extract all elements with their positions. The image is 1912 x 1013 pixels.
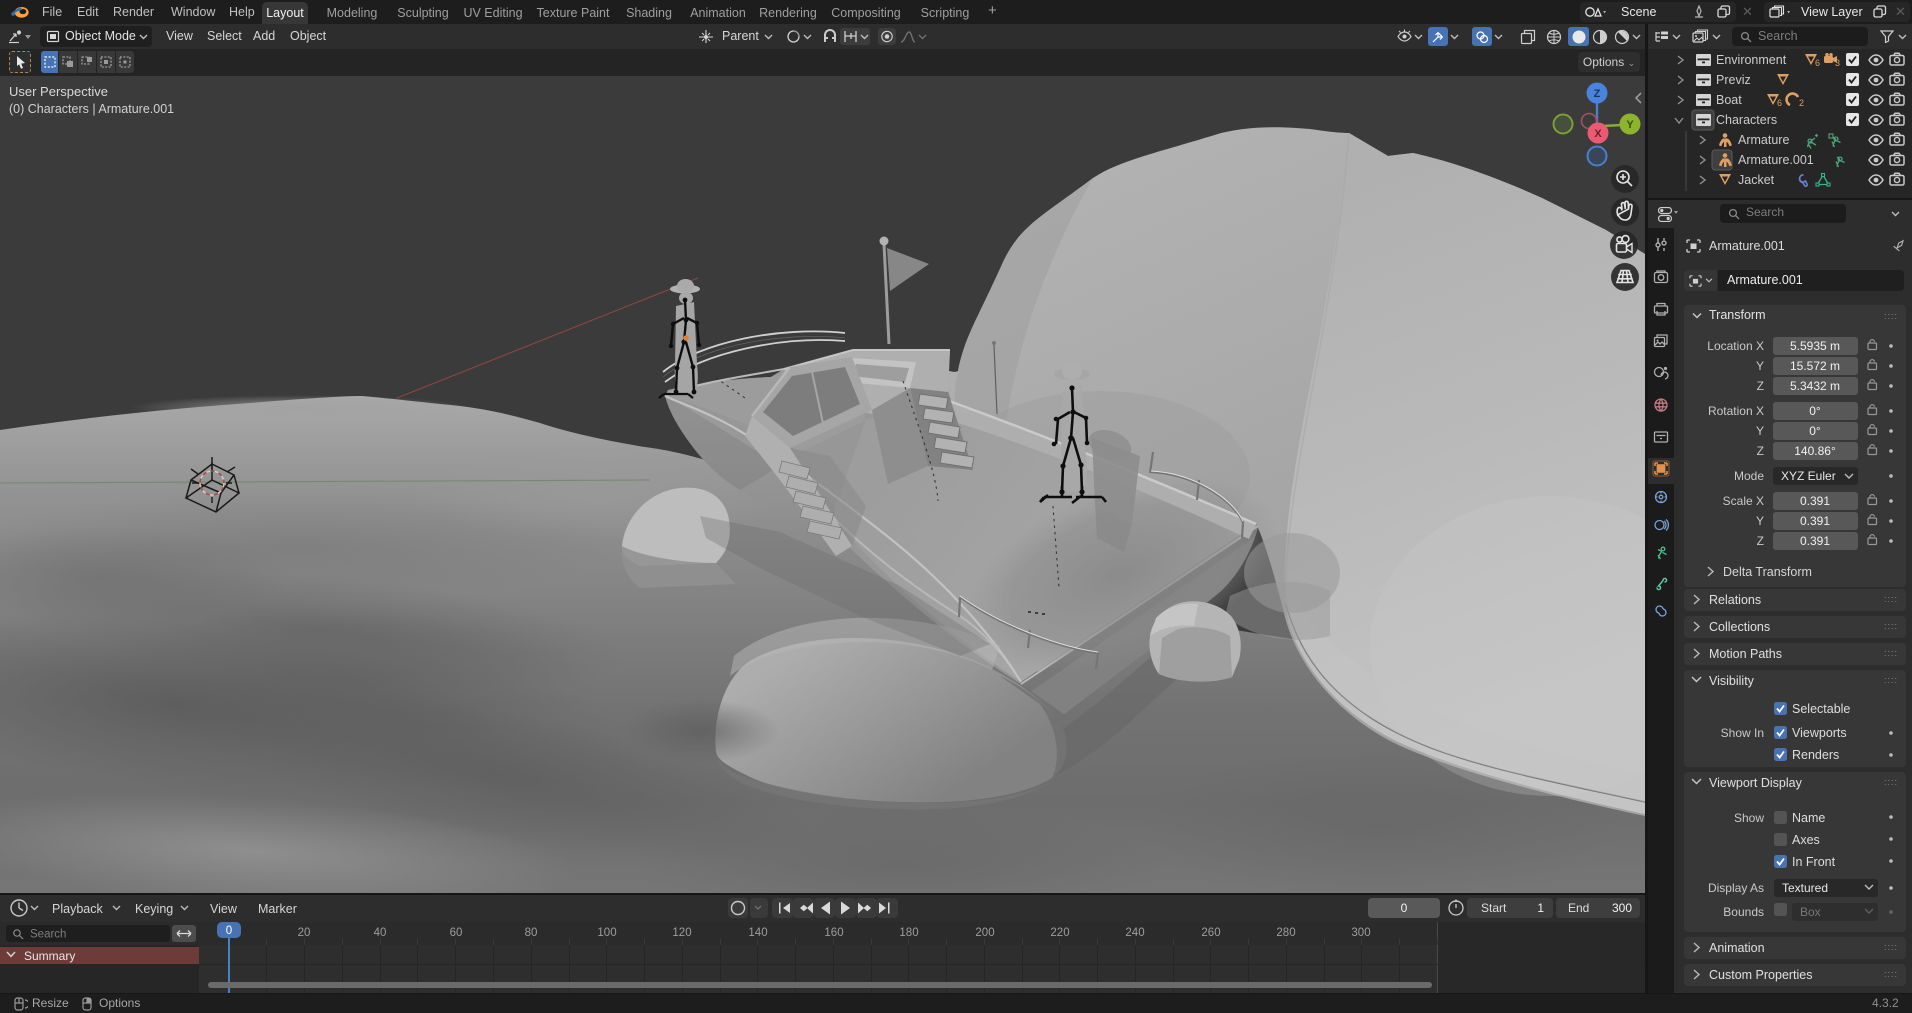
svg-text:End: End [1568,901,1589,915]
svg-text:0: 0 [1401,901,1408,915]
svg-text:Start: Start [1481,901,1507,915]
svg-text:0: 0 [226,925,232,937]
svg-text:::::: :::: [1884,942,1898,952]
svg-text:0.391: 0.391 [1800,494,1830,508]
svg-text:Scale X: Scale X [1723,494,1764,508]
svg-text:Y: Y [1756,424,1764,438]
svg-text:Custom Properties: Custom Properties [1709,968,1813,982]
svg-text:Show: Show [1734,811,1764,825]
svg-text:X: X [1594,128,1602,140]
svg-text:Previz: Previz [1716,73,1751,87]
svg-text:Marker: Marker [258,902,297,916]
svg-text:Textured: Textured [1782,881,1828,895]
svg-text:80: 80 [525,927,538,939]
svg-text:Y: Y [1756,359,1764,373]
svg-text:Renders: Renders [1792,748,1839,762]
svg-text:Location X: Location X [1707,339,1764,353]
svg-text:Show In: Show In [1721,726,1764,740]
svg-text:Playback: Playback [52,902,103,916]
svg-text:0°: 0° [1809,404,1821,418]
svg-text:5.5935 m: 5.5935 m [1790,339,1840,353]
svg-text:180: 180 [899,927,918,939]
svg-text:Y: Y [1626,119,1634,131]
svg-text:15.572 m: 15.572 m [1790,359,1840,373]
svg-text:View: View [210,902,238,916]
svg-text:6: 6 [1815,58,1820,68]
svg-text:220: 220 [1050,927,1069,939]
svg-text:200: 200 [975,927,994,939]
svg-text:Characters: Characters [1716,113,1777,127]
svg-text:0.391: 0.391 [1800,514,1830,528]
svg-text:Viewports: Viewports [1792,726,1847,740]
svg-text:Z: Z [1594,88,1601,100]
svg-text:160: 160 [824,927,843,939]
svg-text:In Front: In Front [1792,855,1836,869]
svg-text:::::: :::: [1884,777,1898,787]
svg-text:Delta Transform: Delta Transform [1723,565,1812,579]
svg-text:1: 1 [1537,901,1544,915]
svg-text:Environment: Environment [1716,53,1787,67]
svg-text:300: 300 [1612,901,1632,915]
svg-text:60: 60 [450,927,463,939]
svg-text:260: 260 [1201,927,1220,939]
svg-text:Z: Z [1757,379,1764,393]
svg-text:::::: :::: [1884,621,1898,631]
svg-text:Search: Search [30,929,66,941]
svg-text:240: 240 [1125,927,1144,939]
svg-text:Summary: Summary [24,949,75,963]
svg-text:Viewport Display: Viewport Display [1709,776,1803,790]
svg-text:2: 2 [1799,98,1804,108]
svg-text:6: 6 [1777,98,1782,108]
svg-text:Bounds: Bounds [1723,905,1764,919]
svg-text:Z: Z [1757,444,1764,458]
svg-text:::::: :::: [1884,675,1898,685]
svg-text:Keying: Keying [135,902,173,916]
svg-text:140: 140 [748,927,767,939]
svg-text:Mode: Mode [1734,469,1764,483]
svg-text:::::: :::: [1884,594,1898,604]
svg-text:Rotation X: Rotation X [1708,404,1764,418]
svg-text:Name: Name [1792,811,1825,825]
svg-text:40: 40 [374,927,387,939]
svg-text:Motion Paths: Motion Paths [1709,647,1782,661]
svg-text:Box: Box [1800,905,1821,919]
svg-text:Selectable: Selectable [1792,702,1850,716]
svg-text:Y: Y [1756,514,1764,528]
svg-text:0.391: 0.391 [1800,534,1830,548]
svg-text:Visibility: Visibility [1709,674,1755,688]
svg-text:Display As: Display As [1708,881,1764,895]
svg-text:5.3432 m: 5.3432 m [1790,379,1840,393]
svg-text:Animation: Animation [1709,941,1765,955]
svg-text:0°: 0° [1809,424,1821,438]
svg-text:XYZ Euler: XYZ Euler [1781,469,1836,483]
svg-text:Axes: Axes [1792,833,1820,847]
svg-text:140.86°: 140.86° [1794,444,1836,458]
svg-text:Armature.001: Armature.001 [1738,153,1814,167]
svg-text:20: 20 [298,927,311,939]
svg-text:Collections: Collections [1709,620,1770,634]
svg-text:120: 120 [672,927,691,939]
svg-text:Armature: Armature [1738,133,1789,147]
svg-text:100: 100 [597,927,616,939]
svg-text:Jacket: Jacket [1738,173,1775,187]
svg-text:::::: :::: [1884,969,1898,979]
svg-text:Z: Z [1757,534,1764,548]
svg-text:300: 300 [1351,927,1370,939]
svg-text:::::: :::: [1884,648,1898,658]
svg-text:3: 3 [1835,58,1840,68]
svg-text:280: 280 [1276,927,1295,939]
svg-text:Boat: Boat [1716,93,1742,107]
svg-text:Relations: Relations [1709,593,1761,607]
